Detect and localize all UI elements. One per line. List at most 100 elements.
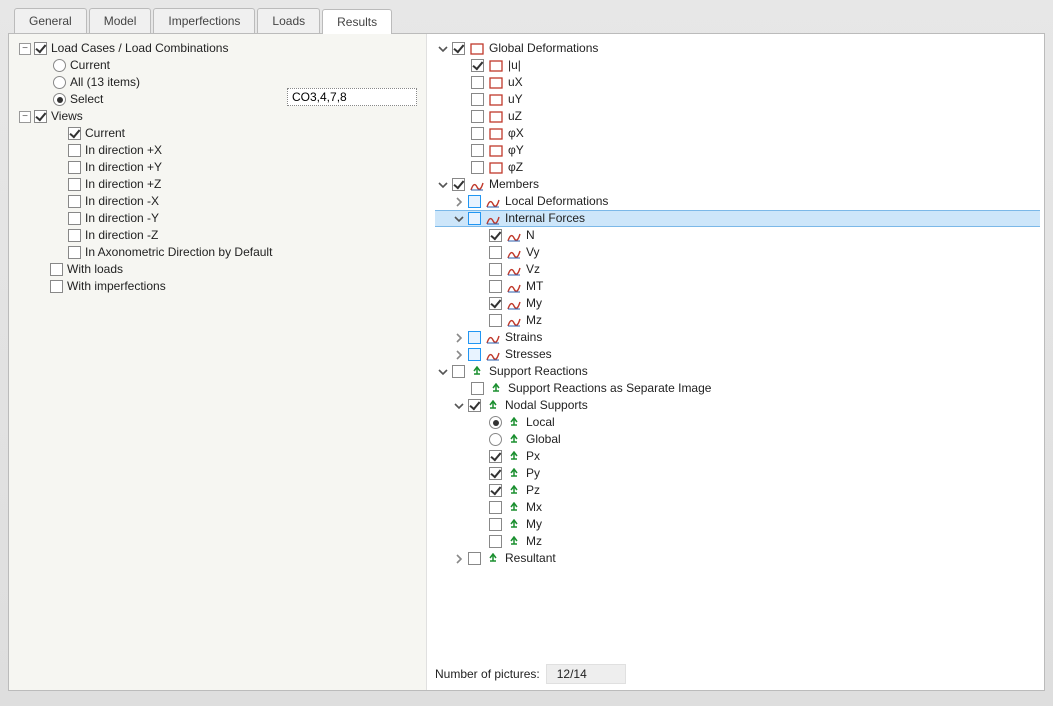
nodal-supports-checkbox[interactable] — [468, 399, 481, 412]
diagram-icon — [506, 229, 522, 243]
vz-checkbox[interactable] — [489, 263, 502, 276]
view-nz-checkbox[interactable] — [68, 229, 81, 242]
pictures-label: Number of pictures: — [435, 667, 540, 681]
diagram-icon — [485, 212, 501, 226]
ux-checkbox[interactable] — [471, 76, 484, 89]
deform-icon — [488, 59, 504, 73]
py-checkbox[interactable] — [489, 467, 502, 480]
px-checkbox[interactable] — [489, 450, 502, 463]
phiz-checkbox[interactable] — [471, 161, 484, 174]
view-pz-checkbox[interactable] — [68, 178, 81, 191]
collapse-icon[interactable]: − — [19, 111, 31, 123]
support-icon — [488, 382, 504, 396]
support-icon — [506, 416, 522, 430]
support-icon — [506, 467, 522, 481]
chevron-right-icon[interactable] — [453, 553, 465, 565]
strains-checkbox[interactable] — [468, 331, 481, 344]
resultant-checkbox[interactable] — [468, 552, 481, 565]
nodal-local-radio[interactable] — [489, 416, 502, 429]
view-px-checkbox[interactable] — [68, 144, 81, 157]
chevron-down-icon[interactable] — [437, 366, 449, 378]
view-py-checkbox[interactable] — [68, 161, 81, 174]
view-current-checkbox[interactable] — [68, 127, 81, 140]
selected-row: Internal Forces — [435, 210, 1040, 227]
diagram-icon — [506, 314, 522, 328]
vy-checkbox[interactable] — [489, 246, 502, 259]
u-checkbox[interactable] — [471, 59, 484, 72]
deform-icon — [488, 144, 504, 158]
radio-select[interactable] — [53, 93, 66, 106]
tab-results[interactable]: Results — [322, 9, 392, 34]
loadcases-checkbox[interactable] — [34, 42, 47, 55]
mx-checkbox[interactable] — [489, 501, 502, 514]
mz-checkbox[interactable] — [489, 314, 502, 327]
nodal-my-checkbox[interactable] — [489, 518, 502, 531]
collapse-icon[interactable]: − — [19, 43, 31, 55]
stresses-checkbox[interactable] — [468, 348, 481, 361]
chevron-down-icon[interactable] — [437, 43, 449, 55]
deform-icon — [488, 161, 504, 175]
pictures-count: 12/14 — [546, 664, 626, 684]
support-icon — [506, 450, 522, 464]
phix-checkbox[interactable] — [471, 127, 484, 140]
left-tree: − Load Cases / Load Combinations Current… — [9, 34, 427, 690]
chevron-down-icon[interactable] — [453, 400, 465, 412]
support-icon — [506, 501, 522, 515]
tab-imperfections[interactable]: Imperfections — [153, 8, 255, 33]
nodal-mz-checkbox[interactable] — [489, 535, 502, 548]
phiy-checkbox[interactable] — [471, 144, 484, 157]
members-checkbox[interactable] — [452, 178, 465, 191]
diagram-icon — [506, 280, 522, 294]
support-icon — [506, 518, 522, 532]
global-def-checkbox[interactable] — [452, 42, 465, 55]
deform-icon — [488, 127, 504, 141]
chevron-right-icon[interactable] — [453, 349, 465, 361]
view-axo-checkbox[interactable] — [68, 246, 81, 259]
pz-checkbox[interactable] — [489, 484, 502, 497]
deform-icon — [488, 110, 504, 124]
radio-current[interactable] — [53, 59, 66, 72]
diagram-icon — [485, 331, 501, 345]
view-nx-checkbox[interactable] — [68, 195, 81, 208]
diagram-icon — [485, 348, 501, 362]
tab-model[interactable]: Model — [89, 8, 152, 33]
with-imperfections-checkbox[interactable] — [50, 280, 63, 293]
deform-icon — [488, 93, 504, 107]
loadcases-label: Load Cases / Load Combinations — [51, 40, 228, 57]
support-icon — [485, 552, 501, 566]
sep-image-checkbox[interactable] — [471, 382, 484, 395]
n-checkbox[interactable] — [489, 229, 502, 242]
local-def-checkbox[interactable] — [468, 195, 481, 208]
chevron-down-icon[interactable] — [453, 213, 465, 225]
uz-checkbox[interactable] — [471, 110, 484, 123]
support-reactions-checkbox[interactable] — [452, 365, 465, 378]
chevron-right-icon[interactable] — [453, 332, 465, 344]
deform-icon — [469, 42, 485, 56]
select-value-input[interactable] — [287, 88, 417, 106]
diagram-icon — [506, 246, 522, 260]
chevron-right-icon[interactable] — [453, 196, 465, 208]
views-checkbox[interactable] — [34, 110, 47, 123]
diagram-icon — [506, 297, 522, 311]
chevron-down-icon[interactable] — [437, 179, 449, 191]
nodal-global-radio[interactable] — [489, 433, 502, 446]
diagram-icon — [469, 178, 485, 192]
support-icon — [506, 433, 522, 447]
view-ny-checkbox[interactable] — [68, 212, 81, 225]
tab-general[interactable]: General — [14, 8, 87, 33]
support-icon — [485, 399, 501, 413]
support-icon — [506, 484, 522, 498]
support-icon — [506, 535, 522, 549]
tab-loads[interactable]: Loads — [257, 8, 320, 33]
diagram-icon — [485, 195, 501, 209]
tab-bar: General Model Imperfections Loads Result… — [14, 8, 1045, 33]
uy-checkbox[interactable] — [471, 93, 484, 106]
internal-forces-checkbox[interactable] — [468, 212, 481, 225]
mt-checkbox[interactable] — [489, 280, 502, 293]
with-loads-checkbox[interactable] — [50, 263, 63, 276]
radio-all[interactable] — [53, 76, 66, 89]
my-checkbox[interactable] — [489, 297, 502, 310]
support-icon — [469, 365, 485, 379]
deform-icon — [488, 76, 504, 90]
diagram-icon — [506, 263, 522, 277]
